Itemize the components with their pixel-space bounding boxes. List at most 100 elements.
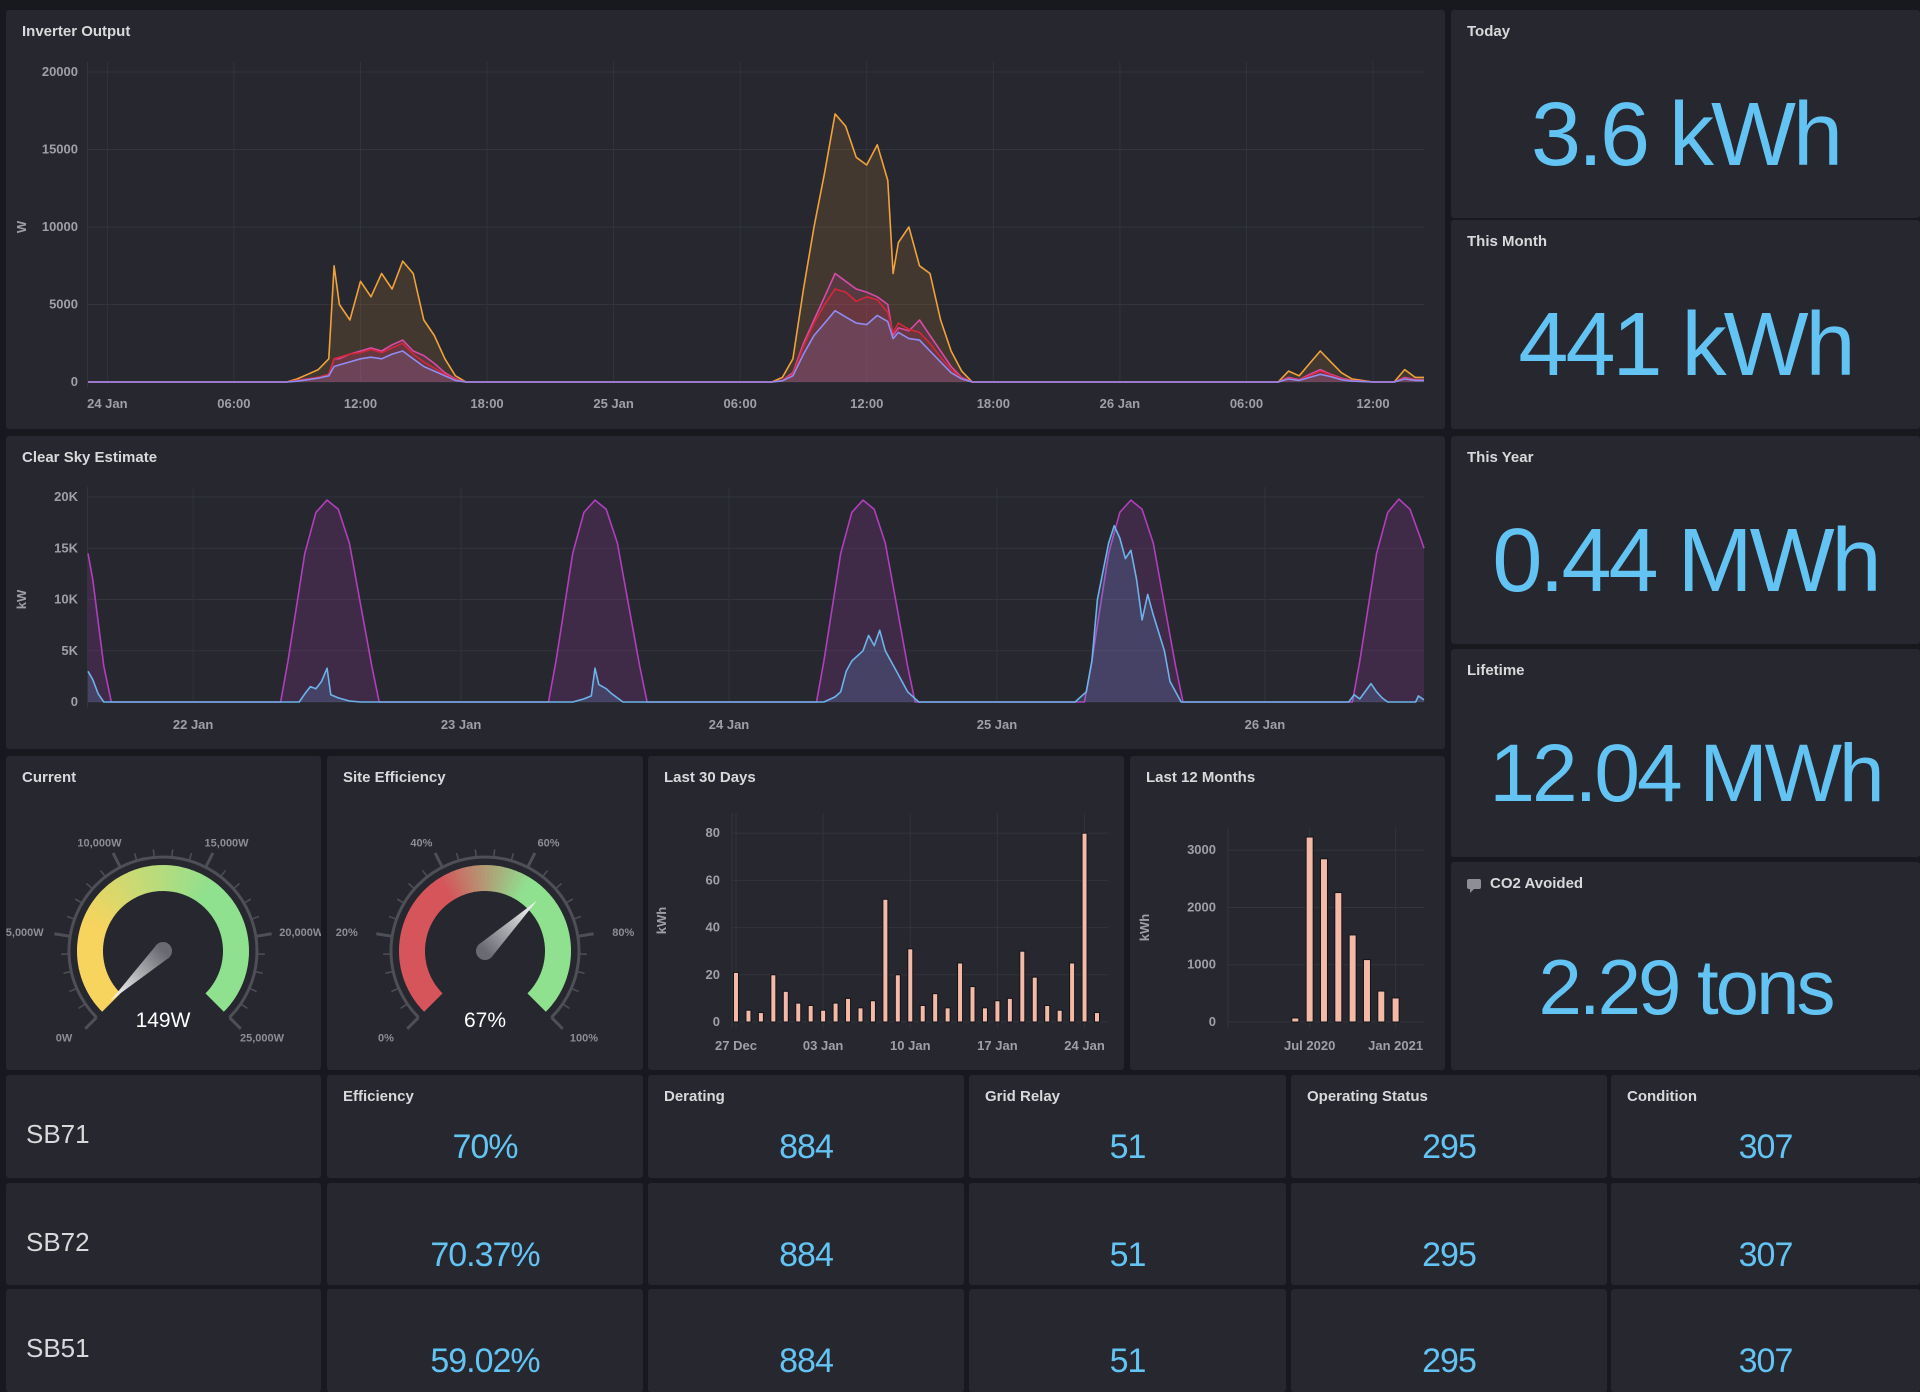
bar[interactable]: [795, 1002, 802, 1023]
panel-title[interactable]: Last 30 Days: [664, 769, 756, 786]
device-stat-panel: 295: [1291, 1183, 1607, 1285]
bar[interactable]: [857, 1007, 864, 1023]
bar[interactable]: [932, 993, 939, 1023]
clear-sky-chart[interactable]: 0 5K 10K 15K 20K 22 Jan 23 Jan 24 Jan 25 Jan 26 J…: [6, 436, 1445, 749]
bar[interactable]: [894, 974, 901, 1023]
y-tick-label: 0: [713, 1014, 720, 1029]
this-month-stat-panel: This Month 441 kWh: [1451, 220, 1920, 429]
device-stat-value: 307: [1738, 1236, 1794, 1274]
bar[interactable]: [919, 1004, 926, 1023]
series-0-line[interactable]: [88, 113, 1424, 383]
series-3-line[interactable]: [88, 309, 1424, 383]
bar[interactable]: [807, 1004, 814, 1023]
bar[interactable]: [832, 1002, 839, 1023]
gauge-minor-tick: [251, 915, 260, 920]
gauge-tick-label: 60%: [538, 837, 560, 849]
bar[interactable]: [757, 1012, 764, 1023]
x-tick-label: 06:00: [217, 396, 250, 411]
device-stat-panel: 884: [648, 1183, 964, 1285]
this-year-stat-panel: This Year 0.44 MWh: [1451, 436, 1920, 644]
bar[interactable]: [1069, 962, 1076, 1023]
bar[interactable]: [1377, 990, 1386, 1023]
y-axis-label: kW: [14, 589, 29, 609]
bar[interactable]: [1319, 858, 1328, 1023]
panel-title[interactable]: This Month: [1467, 233, 1547, 250]
panel-title[interactable]: Efficiency: [343, 1088, 414, 1105]
bar[interactable]: [957, 962, 964, 1023]
series-1-line[interactable]: [88, 272, 1424, 383]
panel-title[interactable]: Today: [1467, 23, 1510, 40]
last-12-months-panel: 0 1000 2000 3000 Jul 2020 Jan 2021 kWh Last 12…: [1130, 756, 1445, 1070]
gauge-minor-tick: [542, 869, 549, 878]
x-tick-label: 22 Jan: [173, 717, 214, 732]
lifetime-value: 12.04 MWh: [1489, 728, 1884, 819]
bar[interactable]: [907, 948, 914, 1023]
device-stat-value: 307: [1738, 1342, 1794, 1380]
bar[interactable]: [1291, 1017, 1300, 1023]
gauge-tick-label: 0W: [56, 1032, 73, 1044]
x-tick-label: 18:00: [470, 396, 503, 411]
device-name-panel: SB71: [6, 1075, 321, 1178]
bar[interactable]: [1334, 892, 1343, 1023]
panel-title[interactable]: Derating: [664, 1088, 725, 1105]
bar[interactable]: [1081, 832, 1088, 1023]
y-tick-label: 20: [706, 967, 720, 982]
bar[interactable]: [1056, 1009, 1063, 1023]
current-gauge: 0W 5,000W 10,000W 15,000W 20,000W 25,000W 149W: [6, 837, 321, 1044]
bar[interactable]: [969, 986, 976, 1023]
y-tick-label: 1000: [1187, 957, 1216, 972]
panel-title[interactable]: This Year: [1467, 449, 1533, 466]
panel-title[interactable]: Operating Status: [1307, 1088, 1428, 1105]
gauge-major-tick: [577, 932, 594, 938]
y-tick-label: 5K: [61, 643, 78, 658]
device-stat-value: 51: [1109, 1236, 1147, 1274]
bar[interactable]: [1305, 836, 1314, 1023]
last-12-months-chart[interactable]: 0 1000 2000 3000 Jul 2020 Jan 2021 kWh: [1130, 756, 1445, 1070]
gauge-minor-tick: [152, 849, 155, 858]
panel-title-wrap[interactable]: CO2 Avoided: [1467, 875, 1583, 893]
last-30-days-chart[interactable]: 0 20 40 60 80 27 Dec 03 Jan 10 Jan 17 Jan 24 Jan k…: [648, 756, 1124, 1070]
bar[interactable]: [994, 1000, 1001, 1023]
bar[interactable]: [1348, 934, 1357, 1023]
y-tick-label: 10K: [54, 592, 78, 607]
bar[interactable]: [1391, 997, 1400, 1023]
bar[interactable]: [1044, 1004, 1051, 1023]
panel-title[interactable]: Last 12 Months: [1146, 769, 1255, 786]
bar[interactable]: [845, 997, 852, 1023]
bar[interactable]: [869, 1000, 876, 1023]
panel-title[interactable]: Site Efficiency: [343, 769, 446, 786]
panel-title[interactable]: Condition: [1627, 1088, 1697, 1105]
y-tick-label: 0: [71, 374, 78, 389]
bar[interactable]: [733, 971, 739, 1023]
gauge-tick-label: 80%: [612, 927, 634, 939]
bar[interactable]: [1006, 997, 1013, 1023]
series-2-line[interactable]: [88, 288, 1424, 383]
y-tick-label: 10000: [42, 219, 78, 234]
comment-icon[interactable]: [1467, 878, 1481, 893]
gauge-minor-tick: [78, 1003, 86, 1009]
device-stat-value: 884: [779, 1236, 834, 1274]
device-stat-value: 884: [779, 1128, 834, 1166]
bar[interactable]: [1094, 1012, 1100, 1023]
inverter-output-chart[interactable]: 0 5000 10000 15000 20000 24 Jan 06:00 12:00 18:0…: [6, 10, 1445, 429]
panel-title[interactable]: Clear Sky Estimate: [22, 449, 157, 466]
site-efficiency-gauge-panel: 0% 20% 40% 60% 80% 100% 67% Site Efficiency: [327, 756, 643, 1070]
panel-title[interactable]: Lifetime: [1467, 662, 1525, 679]
bar[interactable]: [782, 990, 789, 1023]
panel-title[interactable]: Current: [22, 769, 76, 786]
bar[interactable]: [1362, 959, 1371, 1023]
y-tick-label: 20000: [42, 64, 78, 79]
bar[interactable]: [1019, 950, 1026, 1023]
bar[interactable]: [770, 974, 777, 1023]
bar[interactable]: [1031, 976, 1038, 1023]
panel-title[interactable]: Inverter Output: [22, 23, 130, 40]
bar[interactable]: [745, 1009, 752, 1023]
panel-title[interactable]: Grid Relay: [985, 1088, 1060, 1105]
bar[interactable]: [944, 1007, 951, 1023]
bar[interactable]: [882, 898, 889, 1023]
y-tick-label: 15000: [42, 142, 78, 157]
bar[interactable]: [981, 1007, 988, 1023]
x-tick-label: 26 Jan: [1245, 717, 1286, 732]
y-tick-label: 20K: [54, 489, 78, 504]
bar[interactable]: [820, 1009, 827, 1023]
